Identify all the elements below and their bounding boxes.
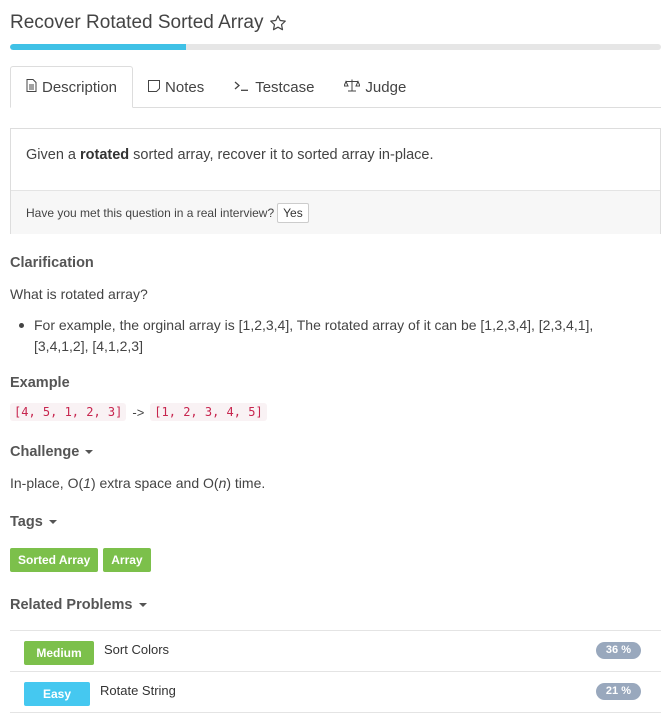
tab-label: Notes [165, 78, 205, 96]
progress-bar [10, 44, 661, 50]
tag-array[interactable]: Array [103, 548, 151, 572]
acceptance-badge: 36 % [595, 642, 641, 659]
description-bold: rotated [80, 147, 130, 163]
related-heading[interactable]: Related Problems [10, 597, 147, 613]
tag-list: Sorted Array Array [10, 548, 156, 572]
related-problem-name[interactable]: Sort Colors [104, 642, 169, 657]
related-problem-name[interactable]: Rotate String [100, 683, 176, 698]
yes-button[interactable]: Yes [277, 202, 309, 223]
clarification-question: What is rotated array? [10, 286, 148, 302]
related-problems-list: Medium Sort Colors 36 % Easy Rotate Stri… [10, 630, 661, 713]
interview-question: Have you met this question in a real int… [26, 205, 275, 220]
scale-icon [343, 79, 362, 95]
clarification-heading: Clarification [10, 255, 94, 271]
difficulty-badge: Easy [24, 682, 90, 706]
description-text: Given a rotated sorted array, recover it… [26, 147, 434, 163]
caret-down-icon [48, 520, 57, 524]
tab-notes[interactable]: Notes [133, 66, 219, 108]
list-item[interactable]: Easy Rotate String 21 % [10, 672, 661, 713]
tags-heading[interactable]: Tags [10, 514, 57, 530]
example-arrow: -> [132, 404, 145, 420]
example-input: [4, 5, 1, 2, 3] [10, 403, 127, 421]
clarification-bullet: For example, the orginal array is [1,2,3… [19, 315, 644, 357]
description-box: Given a rotated sorted array, recover it… [10, 128, 661, 234]
star-icon[interactable] [269, 14, 287, 32]
example-line: [4, 5, 1, 2, 3] -> [1, 2, 3, 4, 5] [10, 403, 267, 421]
caret-down-icon [138, 603, 147, 607]
challenge-heading[interactable]: Challenge [10, 444, 94, 460]
example-output: [1, 2, 3, 4, 5] [150, 403, 267, 421]
challenge-text: In-place, O(1) extra space and O(n) time… [10, 475, 266, 491]
note-icon [148, 79, 161, 95]
tab-description[interactable]: Description [10, 66, 134, 108]
progress-fill [10, 44, 186, 50]
tab-judge[interactable]: Judge [329, 66, 421, 108]
tab-testcase[interactable]: Testcase [219, 66, 329, 108]
example-heading: Example [10, 375, 70, 391]
bullet-dot [19, 323, 24, 328]
interview-bar: Have you met this question in a real int… [11, 190, 660, 234]
document-icon [26, 79, 37, 95]
title-row: Recover Rotated Sorted Array [10, 12, 287, 34]
page-title: Recover Rotated Sorted Array [10, 12, 264, 33]
difficulty-badge: Medium [24, 641, 94, 665]
caret-down-icon [85, 450, 94, 454]
tab-label: Judge [365, 78, 407, 96]
tab-label: Description [42, 78, 118, 96]
list-item[interactable]: Medium Sort Colors 36 % [10, 631, 661, 672]
tag-sorted-array[interactable]: Sorted Array [10, 548, 99, 572]
acceptance-badge: 21 % [595, 683, 641, 700]
tab-bar: Description Notes Testcase Judge [10, 66, 661, 108]
tab-label: Testcase [255, 78, 315, 96]
terminal-icon [234, 80, 250, 94]
